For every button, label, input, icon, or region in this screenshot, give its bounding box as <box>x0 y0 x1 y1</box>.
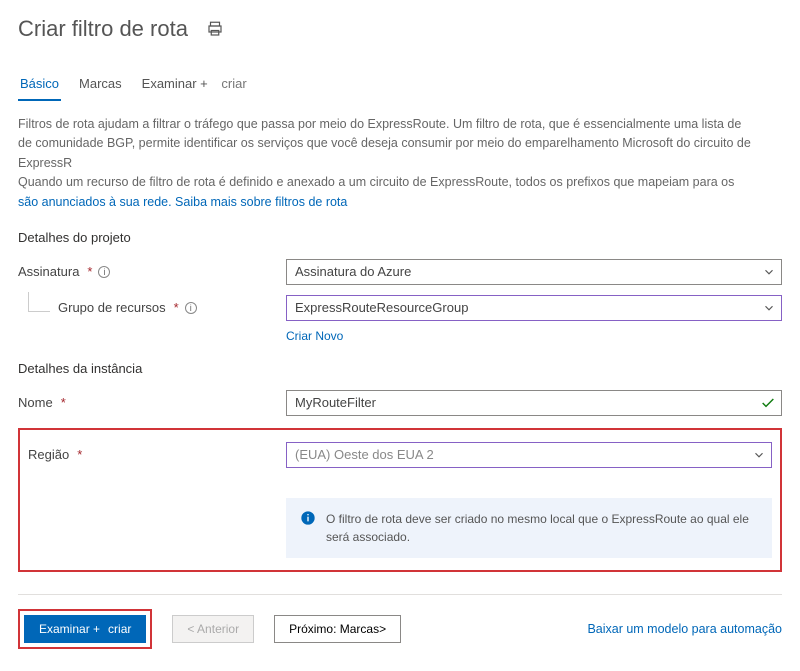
name-input[interactable]: MyRouteFilter <box>286 390 782 416</box>
required-indicator: * <box>61 395 66 410</box>
subscription-select[interactable]: Assinatura do Azure <box>286 259 782 285</box>
page-title: Criar filtro de rota <box>18 16 188 42</box>
next-button[interactable]: Próximo: Marcas> <box>274 615 401 643</box>
primary-button-highlight: Examinar +criar <box>18 609 152 649</box>
download-template-link[interactable]: Baixar um modelo para automação <box>587 622 782 636</box>
info-icon[interactable]: i <box>185 302 197 314</box>
learn-more-link[interactable]: são anunciados à sua rede. Saiba mais so… <box>18 195 347 209</box>
region-info-banner: O filtro de rota deve ser criado no mesm… <box>286 498 772 558</box>
tab-examinar-label: Examinar + <box>142 76 208 91</box>
create-new-link[interactable]: Criar Novo <box>286 329 782 343</box>
tab-criar-label: criar <box>221 76 246 91</box>
tab-basico[interactable]: Básico <box>18 70 61 101</box>
region-label: Região <box>28 447 69 462</box>
region-highlight: Região * (EUA) Oeste dos EUA 2 O filtro … <box>18 428 782 572</box>
resource-group-label: Grupo de recursos <box>58 300 166 315</box>
review-create-button[interactable]: Examinar +criar <box>24 615 146 643</box>
info-icon[interactable]: i <box>98 266 110 278</box>
check-icon <box>760 395 776 411</box>
resource-group-select[interactable]: ExpressRouteResourceGroup <box>286 295 782 321</box>
required-indicator: * <box>174 300 179 315</box>
previous-button: < Anterior <box>172 615 254 643</box>
tab-examinar-criar[interactable]: Examinar + criar <box>140 70 249 101</box>
name-label: Nome <box>18 395 53 410</box>
required-indicator: * <box>87 264 92 279</box>
required-indicator: * <box>77 447 82 462</box>
subscription-label: Assinatura <box>18 264 79 279</box>
info-icon <box>300 510 316 526</box>
region-info-text: O filtro de rota deve ser criado no mesm… <box>326 510 758 546</box>
print-icon[interactable] <box>206 20 224 38</box>
project-details-heading: Detalhes do projeto <box>18 230 782 245</box>
instance-details-heading: Detalhes da instância <box>18 361 782 376</box>
description-text: Filtros de rota ajudam a filtrar o tráfe… <box>18 115 782 212</box>
tabs: Básico Marcas Examinar + criar <box>18 70 782 101</box>
tab-marcas[interactable]: Marcas <box>77 70 124 101</box>
region-select[interactable]: (EUA) Oeste dos EUA 2 <box>286 442 772 468</box>
